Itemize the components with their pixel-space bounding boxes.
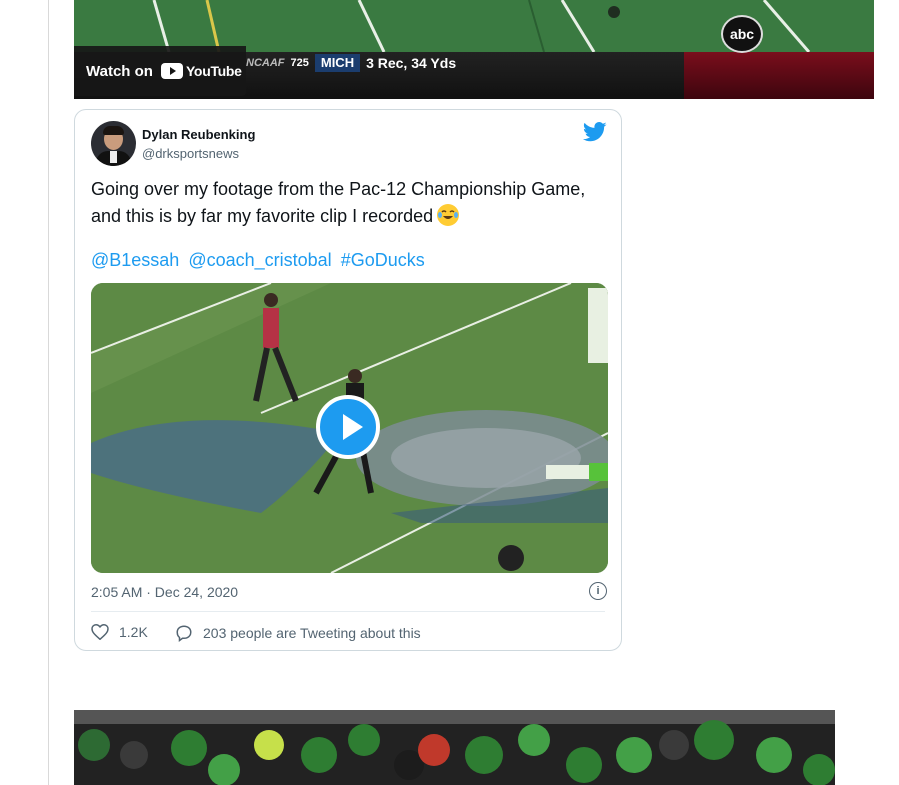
info-icon[interactable]: i xyxy=(589,582,607,600)
mention-coach-cristobal[interactable]: @coach_cristobal xyxy=(188,250,331,270)
tweet-timestamp[interactable]: 2:05 AM · Dec 24, 2020 xyxy=(91,584,238,600)
tweet-text: Going over my footage from the Pac-12 Ch… xyxy=(91,176,611,230)
mention-b1essah[interactable]: @B1essah xyxy=(91,250,179,270)
page-left-rule xyxy=(48,0,49,785)
abc-network-logo: abc xyxy=(721,15,763,53)
team-photo-graphic xyxy=(74,710,835,785)
team-photo-image xyxy=(74,710,835,785)
tweet-divider xyxy=(91,611,605,612)
youtube-play-icon xyxy=(160,63,183,79)
tears-of-joy-emoji-icon xyxy=(437,204,460,226)
youtube-embed[interactable]: abc NCAAF 725 MICH 3 Rec, 34 Yds Watch o… xyxy=(74,0,874,99)
author-name[interactable]: Dylan Reubenking xyxy=(142,127,255,142)
tweet-body: Going over my footage from the Pac-12 Ch… xyxy=(91,179,586,226)
embedded-tweet[interactable]: Dylan Reubenking @drksportsnews Going ov… xyxy=(74,109,622,651)
tweet-mentions: @B1essah @coach_cristobal #GoDucks xyxy=(91,250,429,271)
youtube-wordmark: YouTube xyxy=(185,63,242,79)
author-avatar[interactable] xyxy=(91,121,136,166)
author-handle[interactable]: @drksportsnews xyxy=(142,146,239,161)
watch-on-label: Watch on xyxy=(86,62,153,80)
league-label: NCAAF xyxy=(246,57,285,69)
rank-label: 725 xyxy=(290,57,309,69)
youtube-logo: YouTube xyxy=(160,63,242,79)
tweet-video[interactable] xyxy=(91,283,608,573)
team-label: MICH xyxy=(314,54,361,72)
heart-icon xyxy=(91,624,109,640)
watch-on-youtube-button[interactable]: Watch on YouTube xyxy=(74,46,246,96)
reply-button[interactable]: 203 people are Tweeting about this xyxy=(175,624,421,642)
play-icon[interactable] xyxy=(316,395,380,459)
like-count: 1.2K xyxy=(119,624,148,640)
scorebug: NCAAF 725 MICH 3 Rec, 34 Yds xyxy=(246,52,456,74)
stat-label: 3 Rec, 34 Yds xyxy=(366,55,457,71)
hashtag-goducks[interactable]: #GoDucks xyxy=(341,250,425,270)
like-button[interactable]: 1.2K xyxy=(91,624,148,640)
reply-text: 203 people are Tweeting about this xyxy=(203,625,421,641)
comment-icon xyxy=(176,625,192,642)
twitter-bird-icon[interactable] xyxy=(583,122,607,142)
